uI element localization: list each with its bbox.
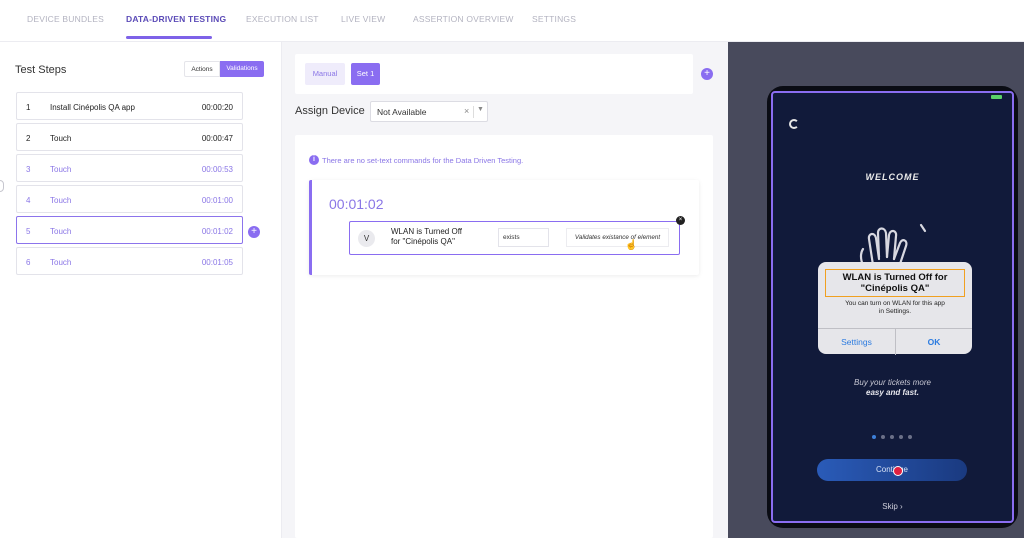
step-name: Touch — [50, 258, 72, 267]
step-name: Touch — [50, 165, 72, 174]
validation-description-field[interactable]: Validates existance of element — [566, 228, 669, 247]
step-name: Touch — [50, 134, 72, 143]
chevron-down-icon[interactable]: ▼ — [477, 106, 484, 113]
continue-button[interactable]: Continue — [817, 459, 967, 481]
carousel-dot[interactable] — [899, 435, 903, 439]
command-content-area: i There are no set-text commands for the… — [295, 135, 713, 538]
manual-set-button[interactable]: Manual — [305, 63, 345, 85]
step-time: 00:00:53 — [201, 165, 233, 174]
alert-message: You can turn on WLAN for this app in Set… — [845, 300, 945, 315]
step-number: 5 — [26, 227, 31, 236]
validation-command-row[interactable]: V WLAN is Turned Off for "Cinépolis QA" … — [349, 216, 685, 255]
step-time: 00:01:05 — [201, 258, 233, 267]
test-steps-title: Test Steps — [15, 64, 67, 76]
step-number: 1 — [26, 103, 31, 112]
add-set-plus-icon[interactable]: + — [701, 68, 713, 80]
tab-device-bundles[interactable]: DEVICE BUNDLES — [27, 14, 104, 24]
touch-indicator-icon — [893, 466, 903, 476]
clear-icon[interactable]: × — [464, 106, 469, 116]
active-tab-indicator — [126, 36, 212, 39]
assign-device-value: Not Available — [377, 107, 427, 117]
alert-settings-button[interactable]: Settings — [818, 329, 895, 355]
skip-button[interactable]: Skip › — [773, 502, 1012, 511]
validations-toggle-button[interactable]: Validations — [220, 61, 264, 77]
step-name: Install Cinépolis QA app — [50, 103, 135, 112]
tab-execution-list[interactable]: EXECUTION LIST — [246, 14, 319, 24]
step-number: 4 — [26, 196, 31, 205]
carousel-dot[interactable] — [881, 435, 885, 439]
app-logo-icon — [789, 119, 799, 129]
carousel-dot[interactable] — [872, 435, 876, 439]
validation-element-title: WLAN is Turned Off for "Cinépolis QA" — [391, 227, 462, 246]
alert-ok-button[interactable]: OK — [895, 329, 972, 355]
tab-live-view[interactable]: LIVE VIEW — [341, 14, 385, 24]
assign-device-select[interactable]: Not Available × ▼ — [370, 101, 488, 122]
close-icon[interactable]: × — [676, 216, 685, 225]
device-frame: WELCOME WLAN is Turned Off for "Cinépoli… — [767, 86, 1018, 528]
add-step-plus-icon[interactable]: + — [248, 226, 260, 238]
command-timestamp: 00:01:02 — [329, 196, 384, 212]
set-selector-bar: Manual Set 1 — [295, 54, 693, 94]
carousel-dot[interactable] — [890, 435, 894, 439]
validation-badge-icon: V — [358, 230, 375, 247]
hand-cursor-icon: ☝ — [625, 240, 638, 251]
select-divider — [473, 106, 474, 118]
device-preview-panel: WELCOME WLAN is Turned Off for "Cinépoli… — [728, 42, 1024, 538]
step-number: 6 — [26, 258, 31, 267]
step-name: Touch — [50, 227, 72, 236]
data-driven-main-panel: Manual Set 1 + Assign Device Not Availab… — [282, 42, 728, 538]
welcome-heading: WELCOME — [865, 172, 920, 182]
tab-settings[interactable]: SETTINGS — [532, 14, 576, 24]
test-step-4[interactable]: 4 Touch 00:01:00 — [16, 185, 243, 213]
carousel-dots — [872, 435, 922, 439]
device-status-bar — [773, 93, 1012, 101]
device-screen[interactable]: WELCOME WLAN is Turned Off for "Cinépoli… — [771, 91, 1014, 523]
assign-device-label: Assign Device — [295, 105, 365, 117]
step-number: 2 — [26, 134, 31, 143]
test-steps-panel: Test Steps Actions Validations 1 Install… — [0, 42, 282, 538]
condition-field[interactable]: exists — [498, 228, 549, 247]
carousel-dot[interactable] — [908, 435, 912, 439]
alert-buttons: Settings OK — [818, 328, 972, 355]
test-step-1[interactable]: 1 Install Cinépolis QA app 00:00:20 — [16, 92, 243, 120]
set-1-button[interactable]: Set 1 — [351, 63, 380, 85]
info-message: There are no set-text commands for the D… — [322, 156, 524, 165]
actions-toggle-button[interactable]: Actions — [184, 61, 220, 77]
info-icon: i — [309, 155, 319, 165]
battery-icon — [991, 95, 1002, 99]
app-tagline: Buy your tickets more easy and fast. — [854, 378, 931, 397]
test-step-6[interactable]: 6 Touch 00:01:05 — [16, 247, 243, 275]
step-time: 00:01:00 — [201, 196, 233, 205]
step-time: 00:01:02 — [201, 227, 233, 236]
command-card: 00:01:02 V WLAN is Turned Off for "Cinép… — [309, 180, 699, 275]
step-name: Touch — [50, 196, 72, 205]
panel-collapse-handle[interactable] — [0, 180, 4, 192]
test-step-3[interactable]: 3 Touch 00:00:53 — [16, 154, 243, 182]
tab-assertion-overview[interactable]: ASSERTION OVERVIEW — [413, 14, 514, 24]
top-navigation: DEVICE BUNDLES DATA-DRIVEN TESTING EXECU… — [0, 0, 1024, 42]
wlan-alert-dialog: WLAN is Turned Off for "Cinépolis QA" Yo… — [818, 262, 972, 355]
test-step-5[interactable]: 5 Touch 00:01:02 — [16, 216, 243, 244]
test-step-2[interactable]: 2 Touch 00:00:47 — [16, 123, 243, 151]
step-number: 3 — [26, 165, 31, 174]
alert-title: WLAN is Turned Off for "Cinépolis QA" — [825, 269, 965, 297]
step-time: 00:00:20 — [201, 103, 233, 112]
step-time: 00:00:47 — [201, 134, 233, 143]
tab-data-driven-testing[interactable]: DATA-DRIVEN TESTING — [126, 14, 226, 24]
